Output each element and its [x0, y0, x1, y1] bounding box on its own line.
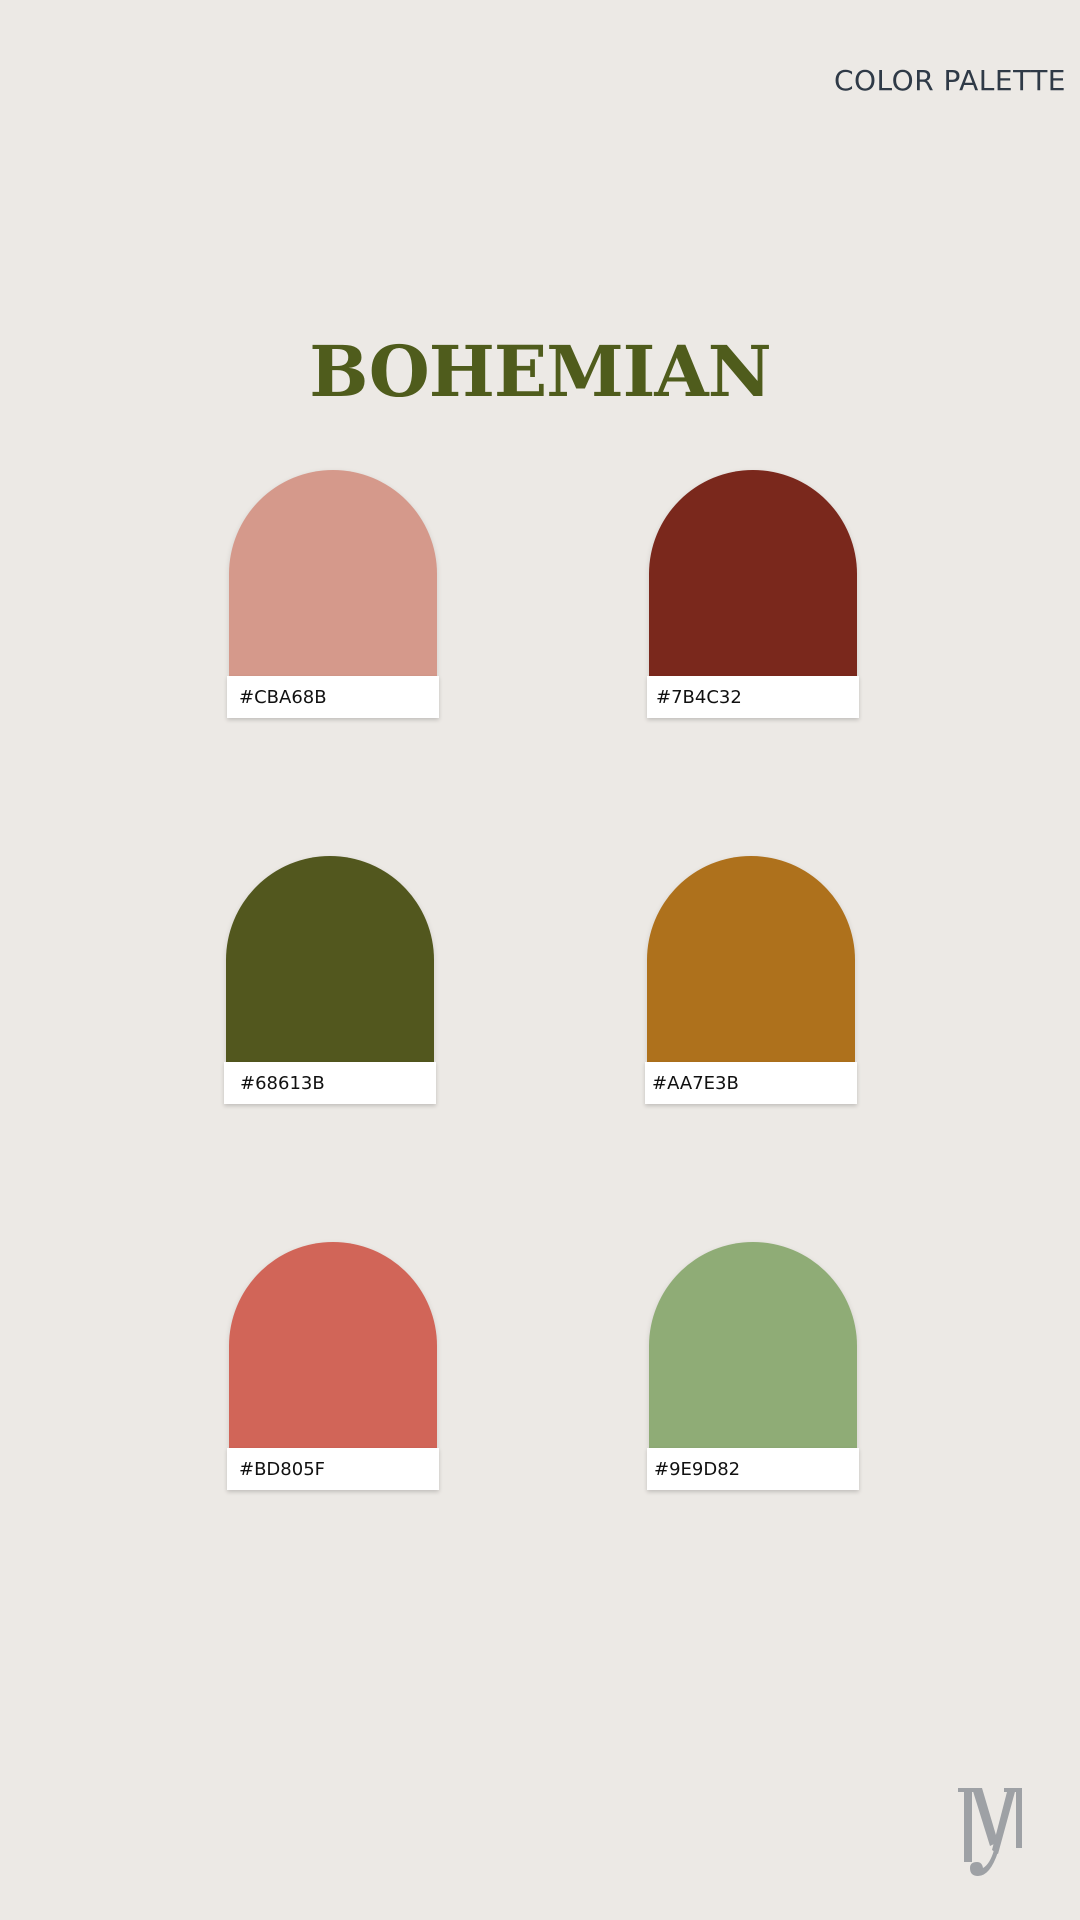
- color-swatch: #CBA68B: [227, 470, 439, 718]
- swatch-arch: [649, 470, 857, 676]
- color-swatch: #9E9D82: [647, 1242, 859, 1490]
- color-swatch: #BD805F: [227, 1242, 439, 1490]
- swatch-arch: [226, 856, 434, 1062]
- swatch-arch: [229, 1242, 437, 1448]
- swatch-arch: [647, 856, 855, 1062]
- monogram-y-logo-icon: [950, 1772, 1040, 1882]
- swatch-hex-label: #CBA68B: [227, 676, 439, 718]
- color-swatch: #7B4C32: [647, 470, 859, 718]
- palette-header-label: COLOR PALETTE: [833, 64, 1066, 97]
- swatch-hex-label: #AA7E3B: [645, 1062, 857, 1104]
- swatch-arch: [229, 470, 437, 676]
- color-swatch: #68613B: [224, 856, 436, 1104]
- swatch-hex-label: #BD805F: [227, 1448, 439, 1490]
- swatch-arch: [649, 1242, 857, 1448]
- swatch-hex-label: #7B4C32: [647, 676, 859, 718]
- color-swatch: #AA7E3B: [645, 856, 857, 1104]
- swatch-hex-label: #9E9D82: [647, 1448, 859, 1490]
- palette-title: BOHEMIAN: [309, 330, 771, 413]
- swatch-hex-label: #68613B: [224, 1062, 436, 1104]
